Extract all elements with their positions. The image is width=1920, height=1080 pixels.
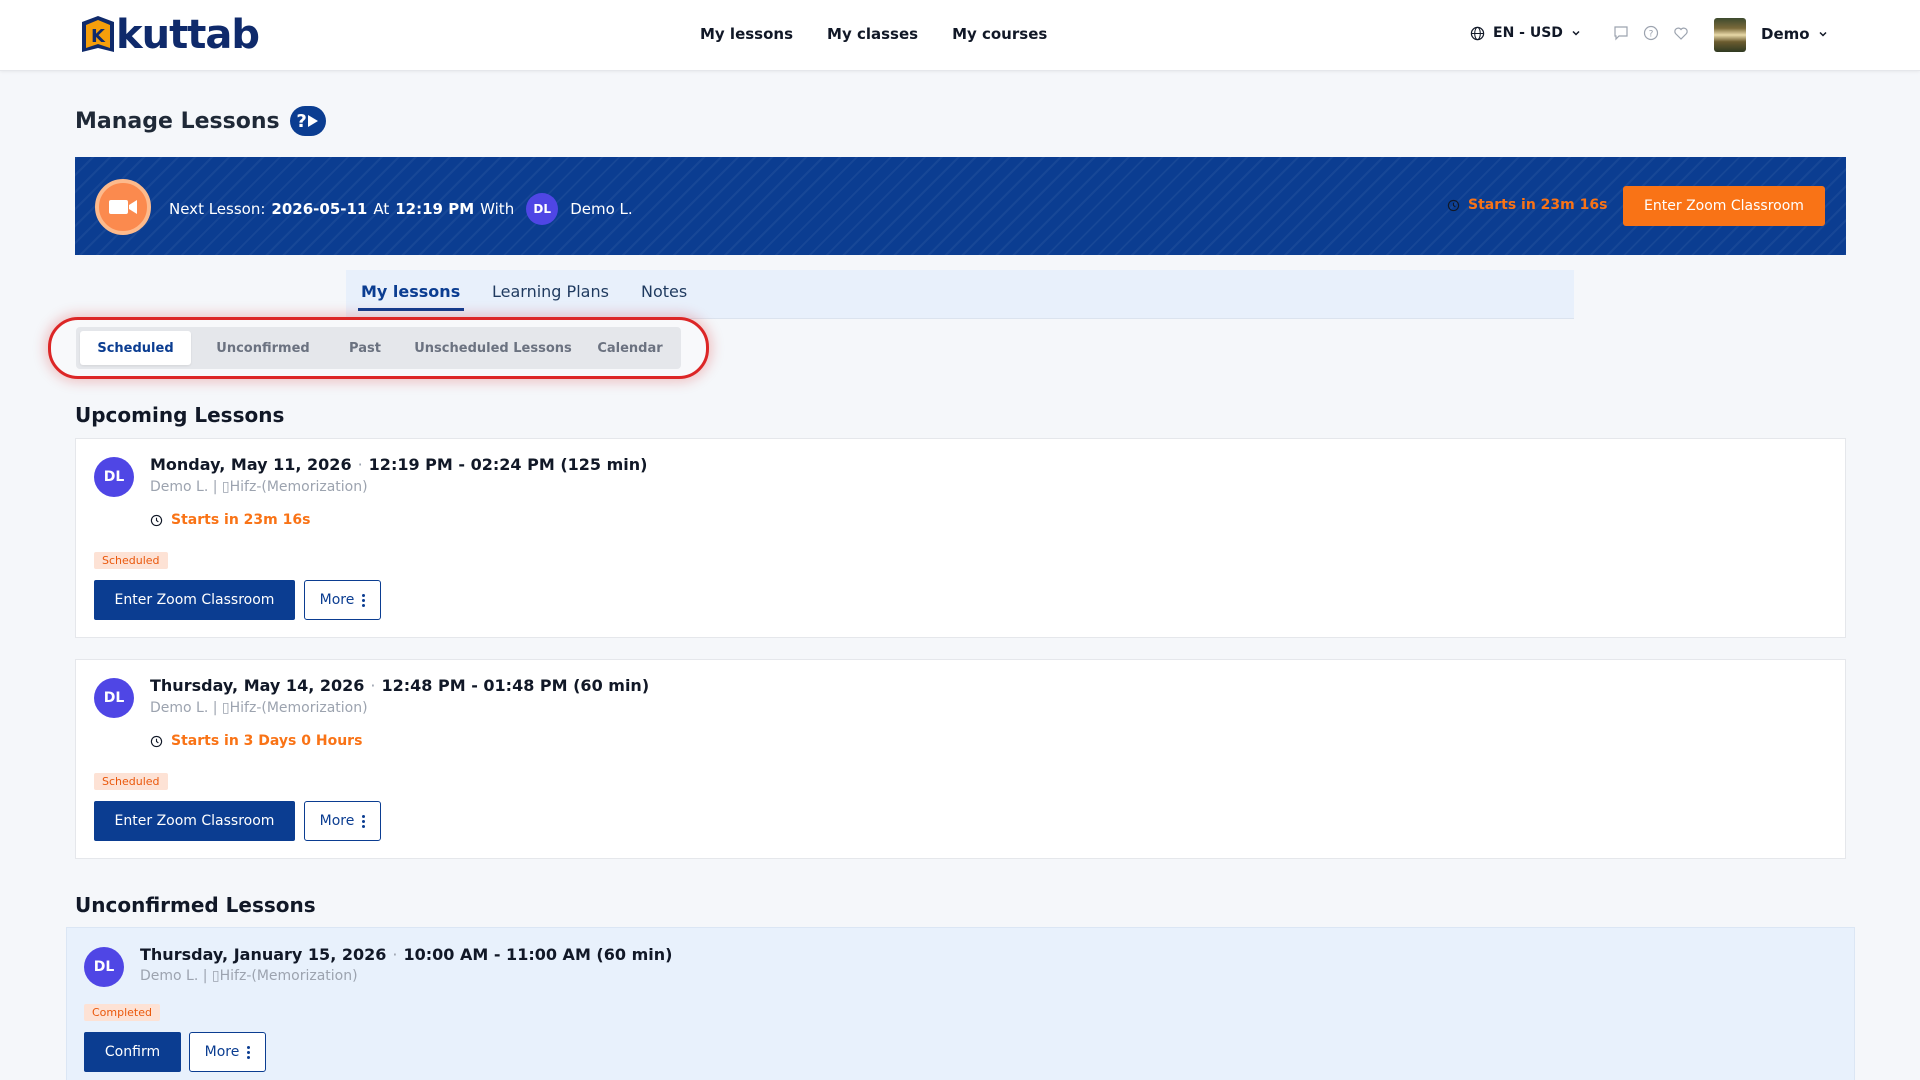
tab-notes[interactable]: Notes (641, 282, 687, 301)
user-avatar[interactable] (1714, 18, 1746, 52)
lesson-date: Thursday, January 15, 2026 (140, 945, 387, 964)
more-label: More (319, 813, 355, 829)
filter-unconfirmed[interactable]: Unconfirmed (198, 331, 328, 365)
more-button[interactable]: More (304, 580, 381, 620)
help-video-button[interactable]: ? (289, 106, 326, 136)
clock-icon (150, 514, 163, 526)
countdown-text: Starts in 3 Days 0 Hours (171, 733, 363, 749)
teacher-avatar: DL (526, 193, 559, 225)
kebab-icon (362, 814, 366, 828)
lesson-subtitle: Demo L. | ▯Hifz-(Memorization) (150, 479, 368, 495)
next-lesson-date: 2026-05-11 (271, 200, 368, 218)
lesson-datetime: Monday, May 11, 2026 · 12:19 PM - 02:24 PM… (150, 455, 648, 474)
lesson-subtitle: Demo L. | ▯Hifz-(Memorization) (140, 968, 358, 984)
user-menu[interactable]: Demo (1761, 25, 1828, 43)
filter-past[interactable]: Past (330, 331, 400, 365)
more-button[interactable]: More (189, 1032, 266, 1072)
page-title: Manage Lessons ? (75, 106, 326, 136)
lesson-datetime: Thursday, January 15, 2026 · 10:00 AM - 11… (140, 945, 673, 964)
tab-my-lessons[interactable]: My lessons (361, 282, 460, 301)
heart-icon[interactable] (1672, 24, 1690, 42)
next-lesson-countdown: Starts in 23m 16s (1447, 197, 1607, 213)
enter-zoom-button[interactable]: Enter Zoom Classroom (1623, 186, 1825, 226)
main-nav: My lessons My classes My courses (700, 25, 1047, 43)
tab-learning-plans[interactable]: Learning Plans (492, 282, 609, 301)
filter-unscheduled-lessons[interactable]: Unscheduled Lessons (402, 331, 584, 365)
kuttab-logo[interactable]: K kuttab (78, 12, 260, 58)
play-icon (307, 115, 318, 127)
status-badge: Completed (84, 1004, 160, 1021)
next-lesson-banner: Next Lesson: 2026-05-11 At 12:19 PM With… (75, 157, 1846, 255)
svg-text:K: K (91, 26, 106, 47)
nav-my-courses[interactable]: My courses (952, 25, 1047, 43)
enter-zoom-button[interactable]: Enter Zoom Classroom (94, 580, 295, 620)
kebab-icon (247, 1045, 251, 1059)
filter-calendar[interactable]: Calendar (584, 331, 676, 365)
teacher-avatar: DL (94, 457, 134, 497)
user-name: Demo (1761, 25, 1810, 43)
status-badge: Scheduled (94, 552, 168, 569)
lesson-date: Thursday, May 14, 2026 (150, 676, 365, 695)
more-button[interactable]: More (304, 801, 381, 841)
countdown-text: Starts in 23m 16s (171, 512, 311, 528)
next-lesson-teacher: Demo L. (570, 200, 633, 218)
lessons-tabs: My lessons Learning Plans Notes (346, 270, 1574, 319)
lesson-filter-segmented: Scheduled Unconfirmed Past Unscheduled L… (76, 327, 681, 369)
upcoming-lessons-heading: Upcoming Lessons (75, 403, 285, 427)
top-navbar: K kuttab My lessons My classes My course… (0, 0, 1920, 71)
page-title-text: Manage Lessons (75, 108, 280, 134)
question-icon: ? (296, 110, 307, 132)
logo-book-icon: K (78, 14, 118, 56)
active-tab-indicator (358, 308, 464, 311)
lesson-time: 12:19 PM - 02:24 PM (125 min) (368, 455, 648, 474)
teacher-avatar: DL (84, 947, 124, 987)
clock-icon (1447, 199, 1460, 211)
lesson-card: DL Monday, May 11, 2026 · 12:19 PM - 02:24… (75, 438, 1846, 638)
unconfirmed-lesson-card: DL Thursday, January 15, 2026 · 10:00 AM -… (66, 927, 1855, 1080)
chevron-down-icon (1572, 30, 1580, 36)
lesson-time: 12:48 PM - 01:48 PM (60 min) (381, 676, 650, 695)
help-circle-icon[interactable]: ? (1642, 24, 1660, 42)
filter-scheduled[interactable]: Scheduled (80, 331, 191, 365)
svg-text:?: ? (1649, 30, 1654, 40)
teacher-avatar: DL (94, 678, 134, 718)
confirm-button[interactable]: Confirm (84, 1032, 181, 1072)
countdown-text: Starts in 23m 16s (1468, 197, 1608, 213)
enter-zoom-button[interactable]: Enter Zoom Classroom (94, 801, 295, 841)
nav-my-classes[interactable]: My classes (827, 25, 918, 43)
clock-icon (150, 735, 163, 747)
nav-my-lessons[interactable]: My lessons (700, 25, 793, 43)
lesson-date: Monday, May 11, 2026 (150, 455, 352, 474)
lesson-subtitle: Demo L. | ▯Hifz-(Memorization) (150, 700, 368, 716)
logo-text: kuttab (116, 12, 260, 58)
status-badge: Scheduled (94, 773, 168, 790)
next-lesson-prefix: Next Lesson: (169, 200, 266, 218)
lesson-card: DL Thursday, May 14, 2026 · 12:48 PM - 01:… (75, 659, 1846, 859)
locale-selector[interactable]: EN - USD (1470, 25, 1581, 41)
lesson-datetime: Thursday, May 14, 2026 · 12:48 PM - 01:48 … (150, 676, 650, 695)
more-label: More (204, 1044, 240, 1060)
lesson-time: 10:00 AM - 11:00 AM (60 min) (403, 945, 673, 964)
header-icons: ? (1612, 24, 1690, 42)
kebab-icon (362, 593, 366, 607)
lesson-countdown: Starts in 23m 16s (150, 512, 310, 528)
chat-icon[interactable] (1612, 24, 1630, 42)
next-lesson-at: At (373, 200, 390, 218)
unconfirmed-lessons-heading: Unconfirmed Lessons (75, 893, 316, 917)
next-lesson-info: Next Lesson: 2026-05-11 At 12:19 PM With… (169, 193, 633, 225)
next-lesson-time: 12:19 PM (395, 200, 475, 218)
video-camera-icon (95, 179, 151, 235)
chevron-down-icon (1819, 31, 1827, 37)
next-lesson-with: With (480, 200, 515, 218)
globe-icon (1470, 26, 1485, 40)
more-label: More (319, 592, 355, 608)
locale-label: EN - USD (1493, 25, 1563, 41)
lesson-countdown: Starts in 3 Days 0 Hours (150, 733, 362, 749)
